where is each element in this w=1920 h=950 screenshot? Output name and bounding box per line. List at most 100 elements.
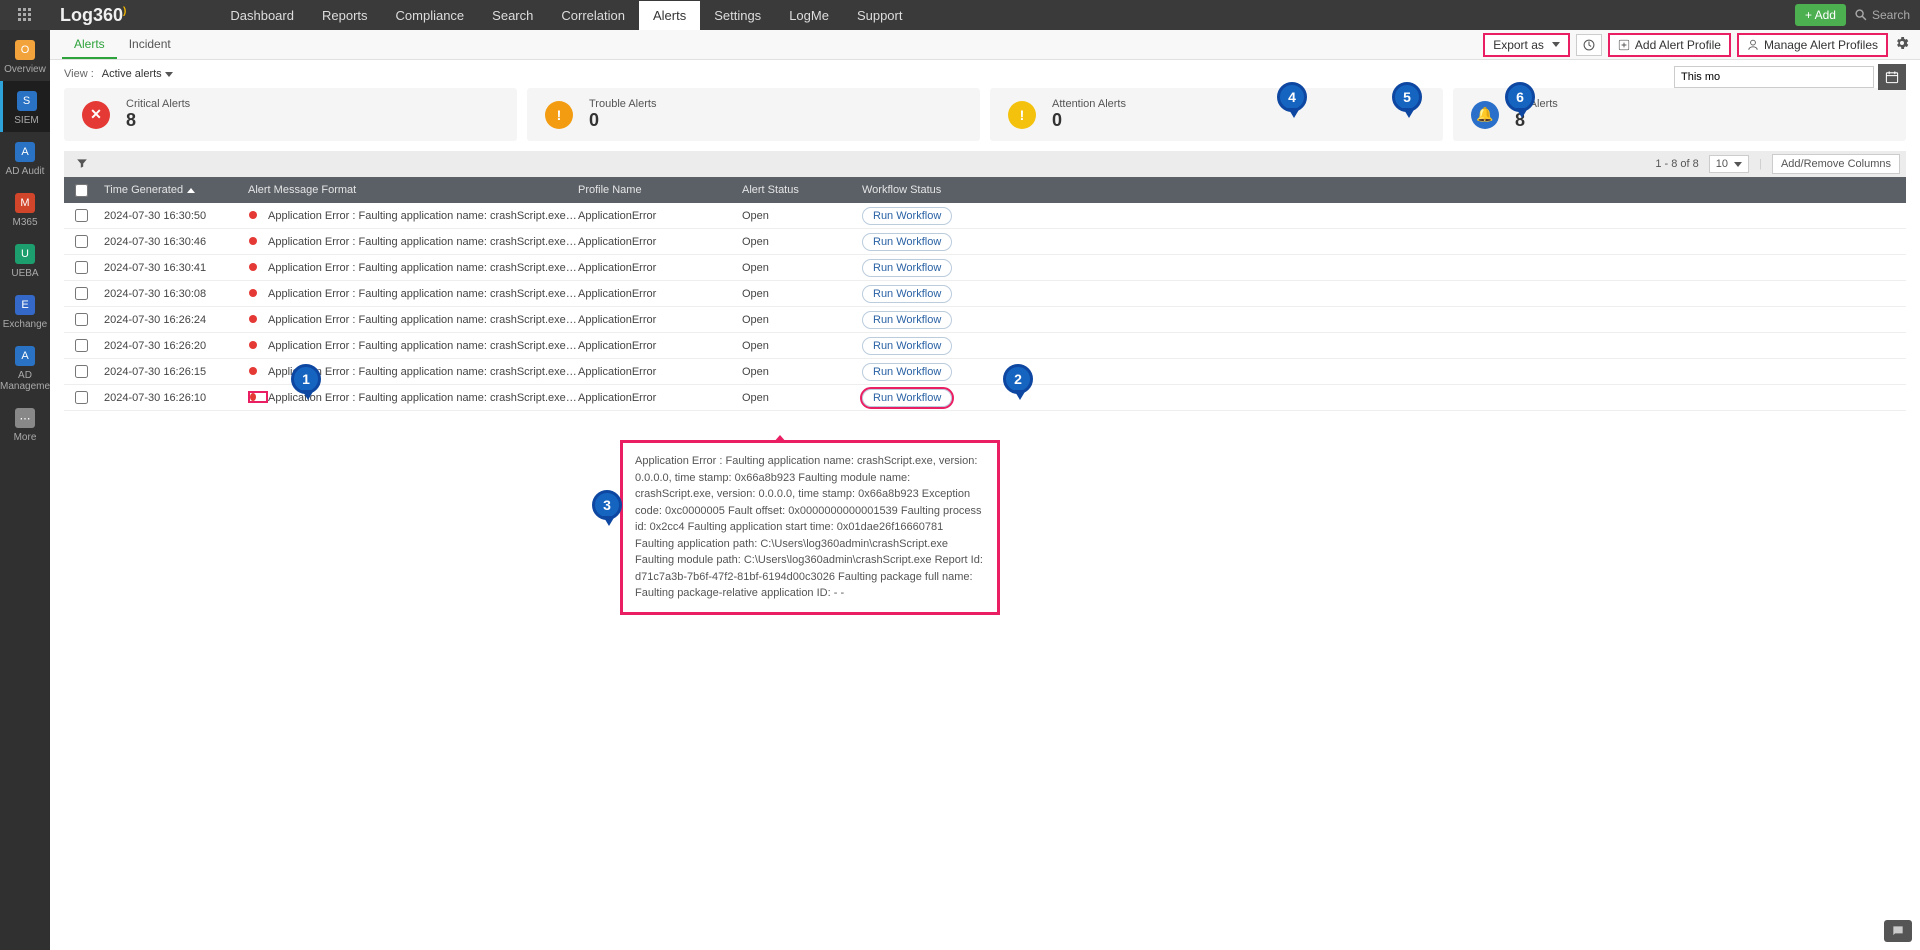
table-row[interactable]: 2024-07-30 16:30:50Application Error : F… <box>64 203 1906 229</box>
table-row[interactable]: 2024-07-30 16:30:41Application Error : F… <box>64 255 1906 281</box>
table-row[interactable]: 2024-07-30 16:26:15Application Error : F… <box>64 359 1906 385</box>
row-checkbox[interactable] <box>75 287 88 300</box>
cell-message: Application Error : Faulting application… <box>248 210 578 222</box>
kpi-trouble-alerts[interactable]: !Trouble Alerts0 <box>527 88 980 141</box>
filter-icon[interactable] <box>76 157 88 172</box>
cell-profile: ApplicationError <box>578 340 742 352</box>
cell-message: Application Error : Faulting application… <box>248 340 578 352</box>
table-row[interactable]: 2024-07-30 16:26:20Application Error : F… <box>64 333 1906 359</box>
run-workflow-button[interactable]: Run Workflow <box>862 337 952 355</box>
subtab-bar: AlertsIncident Export as Add Alert Profi… <box>50 30 1920 60</box>
row-checkbox[interactable] <box>75 339 88 352</box>
run-workflow-button[interactable]: Run Workflow <box>862 311 952 329</box>
run-workflow-button[interactable]: Run Workflow <box>862 285 952 303</box>
schedule-button[interactable] <box>1576 34 1602 56</box>
sidebar-item-siem[interactable]: SSIEM <box>0 81 50 132</box>
view-dropdown[interactable]: Active alerts <box>102 68 173 80</box>
col-workflow-status[interactable]: Workflow Status <box>862 184 1906 196</box>
export-as-button[interactable]: Export as <box>1483 33 1570 57</box>
manage-alert-profiles-button[interactable]: Manage Alert Profiles <box>1737 33 1888 57</box>
topnav-settings[interactable]: Settings <box>700 1 775 30</box>
cell-time: 2024-07-30 16:26:10 <box>98 392 248 404</box>
run-workflow-button[interactable]: Run Workflow <box>862 389 952 407</box>
row-checkbox[interactable] <box>75 209 88 222</box>
col-alert-message[interactable]: Alert Message Format <box>248 184 578 196</box>
sidebar-item-ad-audit[interactable]: AAD Audit <box>0 132 50 183</box>
topnav-alerts[interactable]: Alerts <box>639 1 700 30</box>
table-row[interactable]: 2024-07-30 16:26:24Application Error : F… <box>64 307 1906 333</box>
add-alert-profile-button[interactable]: Add Alert Profile <box>1608 33 1731 57</box>
row-checkbox[interactable] <box>75 261 88 274</box>
kpi-icon: ! <box>545 101 573 129</box>
col-profile-name[interactable]: Profile Name <box>578 184 742 196</box>
severity-dot-icon <box>248 341 268 349</box>
cell-status: Open <box>742 288 862 300</box>
kpi-critical-alerts[interactable]: ✕Critical Alerts8 <box>64 88 517 141</box>
gear-icon[interactable] <box>1894 35 1910 54</box>
severity-dot-icon <box>248 211 268 219</box>
alerts-table: Time Generated Alert Message Format Prof… <box>64 177 1906 411</box>
topnav-dashboard[interactable]: Dashboard <box>216 1 308 30</box>
calendar-icon[interactable] <box>1878 64 1906 90</box>
topnav-reports[interactable]: Reports <box>308 1 382 30</box>
topnav-support[interactable]: Support <box>843 1 917 30</box>
sidebar-label: More <box>0 432 50 443</box>
sidebar-item-more[interactable]: ⋯More <box>0 398 50 449</box>
timerange-input[interactable] <box>1674 66 1874 88</box>
kpi-value: 8 <box>126 110 190 131</box>
row-checkbox[interactable] <box>75 365 88 378</box>
topnav-compliance[interactable]: Compliance <box>382 1 479 30</box>
run-workflow-button[interactable]: Run Workflow <box>862 207 952 225</box>
run-workflow-button[interactable]: Run Workflow <box>862 363 952 381</box>
row-checkbox[interactable] <box>75 235 88 248</box>
add-remove-columns-button[interactable]: Add/Remove Columns <box>1772 154 1900 174</box>
topnav-logme[interactable]: LogMe <box>775 1 843 30</box>
run-workflow-button[interactable]: Run Workflow <box>862 259 952 277</box>
kpi-label: Critical Alerts <box>126 98 190 110</box>
sidebar-item-overview[interactable]: OOverview <box>0 30 50 81</box>
table-range: 1 - 8 of 8 <box>1655 158 1698 170</box>
cell-profile: ApplicationError <box>578 366 742 378</box>
apps-grid-icon[interactable] <box>0 7 50 23</box>
add-button[interactable]: + Add <box>1795 4 1846 26</box>
sidebar-item-exchange[interactable]: EExchange <box>0 285 50 336</box>
table-row[interactable]: 2024-07-30 16:30:08Application Error : F… <box>64 281 1906 307</box>
col-alert-status[interactable]: Alert Status <box>742 184 862 196</box>
cell-profile: ApplicationError <box>578 288 742 300</box>
sidebar-label: UEBA <box>0 268 50 279</box>
view-label: View : <box>64 68 94 80</box>
view-selector-row: View : Active alerts <box>50 60 1920 88</box>
cell-message: Application Error : Faulting application… <box>248 236 578 248</box>
sidebar-icon: U <box>15 244 35 264</box>
sidebar-label: M365 <box>0 217 50 228</box>
kpi-icon: ! <box>1008 101 1036 129</box>
table-row[interactable]: 2024-07-30 16:26:10Application Error : F… <box>64 385 1906 411</box>
subtab-incident[interactable]: Incident <box>117 31 183 59</box>
run-workflow-button[interactable]: Run Workflow <box>862 233 952 251</box>
col-time-generated[interactable]: Time Generated <box>98 184 248 196</box>
cell-time: 2024-07-30 16:30:41 <box>98 262 248 274</box>
page-size-selector[interactable]: 10 <box>1709 155 1749 173</box>
cell-profile: ApplicationError <box>578 210 742 222</box>
kpi-label: Attention Alerts <box>1052 98 1126 110</box>
table-header: Time Generated Alert Message Format Prof… <box>64 177 1906 203</box>
chat-support-icon[interactable] <box>1884 920 1912 942</box>
topnav-correlation[interactable]: Correlation <box>547 1 639 30</box>
topnav-search[interactable]: Search <box>478 1 547 30</box>
global-search[interactable]: Search <box>1854 8 1910 22</box>
sidebar-item-m365[interactable]: MM365 <box>0 183 50 234</box>
cell-time: 2024-07-30 16:26:15 <box>98 366 248 378</box>
sidebar-item-ueba[interactable]: U UEBA <box>0 234 50 285</box>
subtab-alerts[interactable]: Alerts <box>62 31 117 59</box>
sidebar-item-ad-management[interactable]: AAD Management <box>0 336 50 398</box>
row-checkbox[interactable] <box>75 313 88 326</box>
cell-profile: ApplicationError <box>578 236 742 248</box>
cell-status: Open <box>742 210 862 222</box>
kpi-attention-alerts[interactable]: !Attention Alerts0 <box>990 88 1443 141</box>
cell-message: Application Error : Faulting application… <box>248 288 578 300</box>
sidebar-label: Exchange <box>0 319 50 330</box>
table-row[interactable]: 2024-07-30 16:30:46Application Error : F… <box>64 229 1906 255</box>
main-area: AlertsIncident Export as Add Alert Profi… <box>50 30 1920 950</box>
row-checkbox[interactable] <box>75 391 88 404</box>
select-all-checkbox[interactable] <box>75 184 88 197</box>
